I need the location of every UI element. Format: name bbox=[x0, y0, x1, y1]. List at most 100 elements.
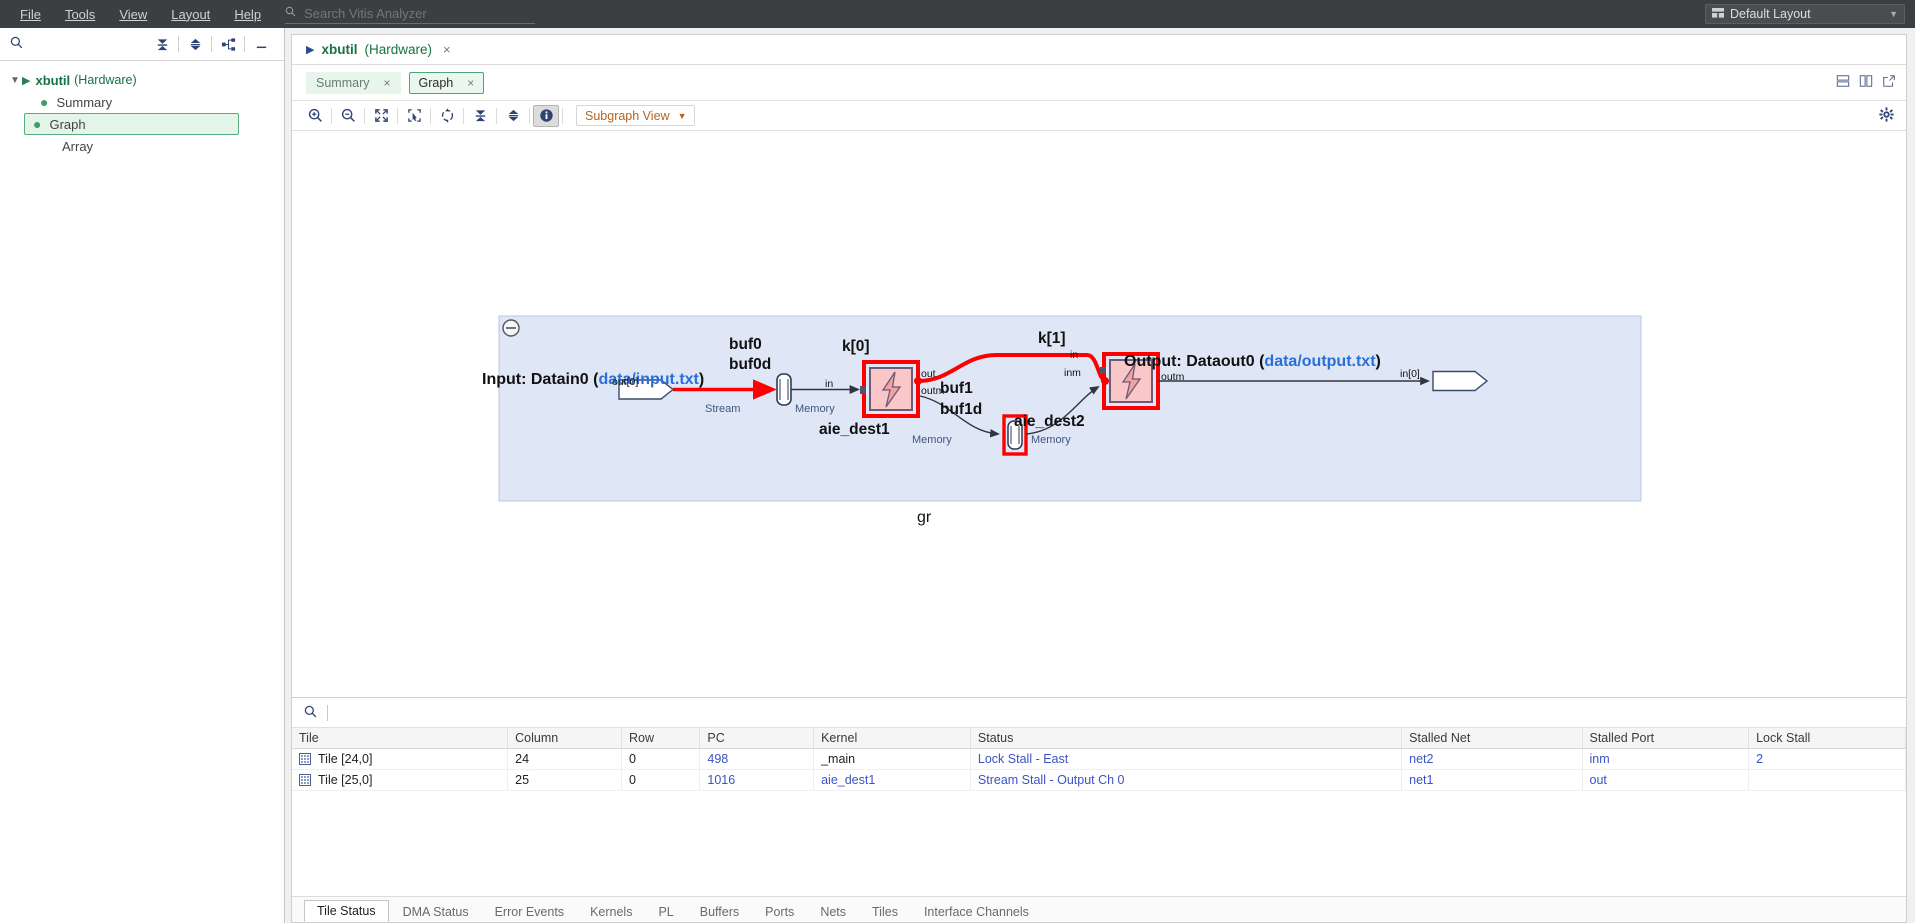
zoom-to-selection-icon[interactable] bbox=[401, 105, 427, 127]
project-tree: ▼ ▶ xbutil (Hardware) ● Summary ● Graph … bbox=[0, 61, 284, 157]
close-icon[interactable]: × bbox=[467, 76, 474, 90]
bottom-tab-bar: Tile Status DMA Status Error Events Kern… bbox=[292, 896, 1906, 922]
menu-layout[interactable]: Layout bbox=[159, 3, 222, 26]
cell-stalled-net[interactable]: net1 bbox=[1401, 769, 1583, 791]
split-horizontal-icon[interactable] bbox=[1836, 74, 1850, 91]
left-panel-search-area[interactable] bbox=[10, 36, 149, 52]
cell-status[interactable]: Stream Stall - Output Ch 0 bbox=[970, 769, 1403, 791]
document-tab-suffix: (Hardware) bbox=[364, 42, 432, 57]
tab-tile-status[interactable]: Tile Status bbox=[304, 900, 389, 922]
close-icon[interactable]: × bbox=[383, 76, 390, 90]
left-panel: ▼ ▶ xbutil (Hardware) ● Summary ● Graph … bbox=[0, 28, 285, 923]
cell-pc[interactable]: 498 bbox=[699, 748, 815, 770]
cell-kernel[interactable]: aie_dest1 bbox=[813, 769, 971, 791]
chevron-down-icon: ▼ bbox=[677, 110, 687, 121]
kernel1-inm-port-label: inm bbox=[1064, 367, 1081, 379]
toolbar-divider bbox=[331, 107, 332, 124]
graph-canvas[interactable]: Input: Datain0 (data/input.txt) out[0] b… bbox=[292, 131, 1906, 697]
popout-icon[interactable] bbox=[1882, 74, 1896, 91]
subgraph-view-dropdown[interactable]: Subgraph View ▼ bbox=[576, 105, 696, 126]
main-area: ▼ ▶ xbutil (Hardware) ● Summary ● Graph … bbox=[0, 28, 1915, 923]
tab-error-events[interactable]: Error Events bbox=[483, 902, 576, 922]
tab-graph[interactable]: Graph × bbox=[408, 71, 485, 94]
minimize-icon[interactable] bbox=[248, 33, 274, 55]
toolbar-divider bbox=[463, 107, 464, 124]
kernel1-top-label: k[1] bbox=[1038, 330, 1066, 347]
tab-summary[interactable]: Summary × bbox=[306, 71, 401, 94]
tab-tiles[interactable]: Tiles bbox=[860, 902, 910, 922]
cell-lock-stall[interactable]: 2 bbox=[1748, 748, 1906, 770]
chevron-down-icon[interactable]: ▼ bbox=[8, 75, 22, 86]
buf1d-label: buf1d bbox=[940, 401, 983, 418]
column-header-tile[interactable]: Tile bbox=[292, 728, 509, 749]
cell-stalled-net[interactable]: net2 bbox=[1401, 748, 1583, 770]
layout-dropdown[interactable]: Default Layout ▼ bbox=[1705, 4, 1905, 24]
sidebar-item-array[interactable]: Array bbox=[32, 135, 284, 157]
toolbar-divider bbox=[496, 107, 497, 124]
split-vertical-icon[interactable] bbox=[1859, 74, 1873, 91]
column-header-pc[interactable]: PC bbox=[699, 728, 815, 749]
tree-root-xbutil[interactable]: ▼ ▶ xbutil (Hardware) bbox=[0, 69, 284, 91]
tab-interface-channels[interactable]: Interface Channels bbox=[912, 902, 1041, 922]
search-input[interactable] bbox=[302, 4, 536, 22]
cell-tile: Tile [24,0] bbox=[292, 748, 509, 770]
layout-grid-icon bbox=[1712, 7, 1724, 21]
document-tab-xbutil[interactable]: ▶ xbutil (Hardware) × bbox=[306, 42, 451, 57]
hierarchy-icon[interactable] bbox=[215, 33, 241, 55]
collapse-all-icon[interactable] bbox=[467, 105, 493, 127]
menu-tools[interactable]: Tools bbox=[53, 3, 107, 26]
buf0-label: buf0 bbox=[729, 336, 762, 353]
fit-to-screen-icon[interactable] bbox=[368, 105, 394, 127]
sidebar-item-summary[interactable]: ● Summary bbox=[32, 91, 284, 113]
reset-view-icon[interactable] bbox=[434, 105, 460, 127]
tab-pl[interactable]: PL bbox=[646, 902, 685, 922]
column-header-column[interactable]: Column bbox=[507, 728, 622, 749]
zoom-in-icon[interactable] bbox=[302, 105, 328, 127]
tab-kernels[interactable]: Kernels bbox=[578, 902, 644, 922]
cell-kernel: _main bbox=[813, 748, 971, 770]
zoom-out-icon[interactable] bbox=[335, 105, 361, 127]
output-node-label: Output: Dataout0 (data/output.txt) bbox=[1124, 353, 1381, 371]
cell-lock-stall[interactable] bbox=[1748, 769, 1906, 791]
column-header-stalled-port[interactable]: Stalled Port bbox=[1582, 728, 1750, 749]
table-row[interactable]: Tile [25,0] 25 0 1016 aie_dest1 Stream S… bbox=[292, 769, 1906, 791]
collapse-all-icon[interactable] bbox=[149, 33, 175, 55]
expand-collapse-icon[interactable] bbox=[182, 33, 208, 55]
input-prefix: Input: Datain0 ( bbox=[482, 371, 599, 388]
column-header-stalled-net[interactable]: Stalled Net bbox=[1401, 728, 1583, 749]
sidebar-item-graph[interactable]: ● Graph bbox=[24, 113, 239, 135]
run-icon: ▶ bbox=[306, 44, 315, 56]
tab-buffers[interactable]: Buffers bbox=[688, 902, 751, 922]
expand-all-icon[interactable] bbox=[500, 105, 526, 127]
info-icon[interactable] bbox=[533, 104, 559, 127]
kernel0-in-port-label: in bbox=[825, 378, 834, 390]
close-icon[interactable]: × bbox=[443, 42, 451, 57]
right-panel: ▶ xbutil (Hardware) × Summary × Graph × bbox=[285, 28, 1915, 923]
menu-tools-label: Tools bbox=[64, 6, 96, 22]
column-header-kernel[interactable]: Kernel bbox=[813, 728, 971, 749]
toolbar-divider bbox=[364, 107, 365, 124]
menu-help[interactable]: Help bbox=[222, 3, 273, 26]
table-search-input[interactable] bbox=[327, 704, 727, 721]
tab-dma-status[interactable]: DMA Status bbox=[391, 902, 481, 922]
gear-icon[interactable] bbox=[1879, 106, 1894, 125]
cell-status[interactable]: Lock Stall - East bbox=[970, 748, 1403, 770]
global-search[interactable] bbox=[285, 4, 536, 24]
cell-stalled-port[interactable]: inm bbox=[1582, 748, 1750, 770]
menu-view[interactable]: View bbox=[107, 3, 159, 26]
column-header-row[interactable]: Row bbox=[621, 728, 701, 749]
menu-bar: File Tools View Layout Help Default Layo… bbox=[0, 0, 1915, 28]
tab-ports[interactable]: Ports bbox=[753, 902, 806, 922]
tile-icon bbox=[299, 753, 311, 765]
cell-stalled-port[interactable]: out bbox=[1582, 769, 1750, 791]
output-file-link[interactable]: data/output.txt bbox=[1264, 353, 1375, 370]
column-header-lock-stall[interactable]: Lock Stall bbox=[1748, 728, 1906, 749]
menu-file[interactable]: File bbox=[8, 3, 53, 26]
toolbar-divider bbox=[211, 36, 212, 52]
table-row[interactable]: Tile [24,0] 24 0 498 _main Lock Stall - … bbox=[292, 748, 1906, 770]
column-header-status[interactable]: Status bbox=[970, 728, 1403, 749]
tab-summary-label: Summary bbox=[316, 75, 370, 90]
run-icon: ▶ bbox=[22, 74, 31, 87]
cell-pc[interactable]: 1016 bbox=[699, 769, 815, 791]
tab-nets[interactable]: Nets bbox=[808, 902, 858, 922]
